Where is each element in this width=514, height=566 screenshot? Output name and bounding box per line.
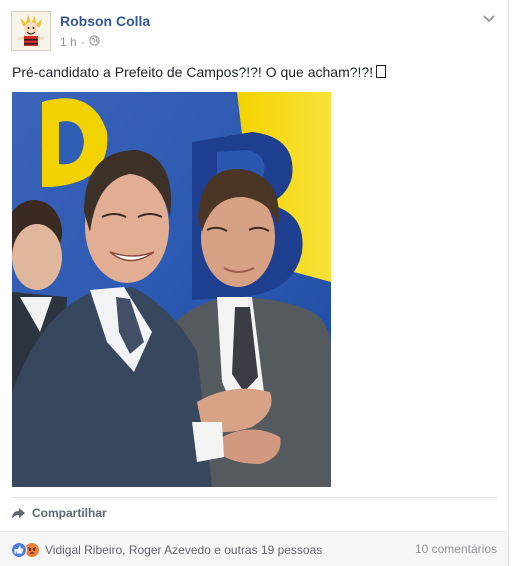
unrendered-emoji-icon: [376, 65, 387, 78]
avatar-cartoon-image: [12, 12, 50, 50]
share-button[interactable]: Compartilhar: [11, 506, 107, 520]
author-name[interactable]: Robson Colla: [60, 13, 150, 29]
reaction-names-link[interactable]: Vidigal Ribeiro, Roger Azevedo e outras …: [45, 543, 322, 557]
post-photo-image: RA: [12, 92, 331, 487]
post-photo[interactable]: RA: [12, 92, 331, 487]
post-message-text: Pré-candidato a Prefeito de Campos?!?! O…: [12, 64, 374, 80]
globe-icon[interactable]: [89, 35, 100, 49]
meta-separator: ·: [80, 35, 85, 49]
comments-count-link[interactable]: 10 comentários: [415, 542, 497, 556]
like-icon[interactable]: [11, 542, 27, 558]
share-label: Compartilhar: [32, 506, 107, 520]
divider: [12, 497, 497, 498]
post-meta: 1 h ·: [60, 35, 100, 49]
share-arrow-icon: [12, 507, 25, 519]
reactions-summary: Vidigal Ribeiro, Roger Azevedo e outras …: [11, 542, 322, 558]
reactions-footer: Vidigal Ribeiro, Roger Azevedo e outras …: [0, 531, 508, 566]
post-card: Robson Colla 1 h · Pré-candidato a Prefe…: [0, 0, 509, 566]
post-timestamp[interactable]: 1 h: [60, 35, 77, 49]
post-message: Pré-candidato a Prefeito de Campos?!?! O…: [12, 64, 387, 80]
author-avatar[interactable]: [11, 11, 51, 51]
chevron-down-icon[interactable]: [482, 12, 496, 26]
